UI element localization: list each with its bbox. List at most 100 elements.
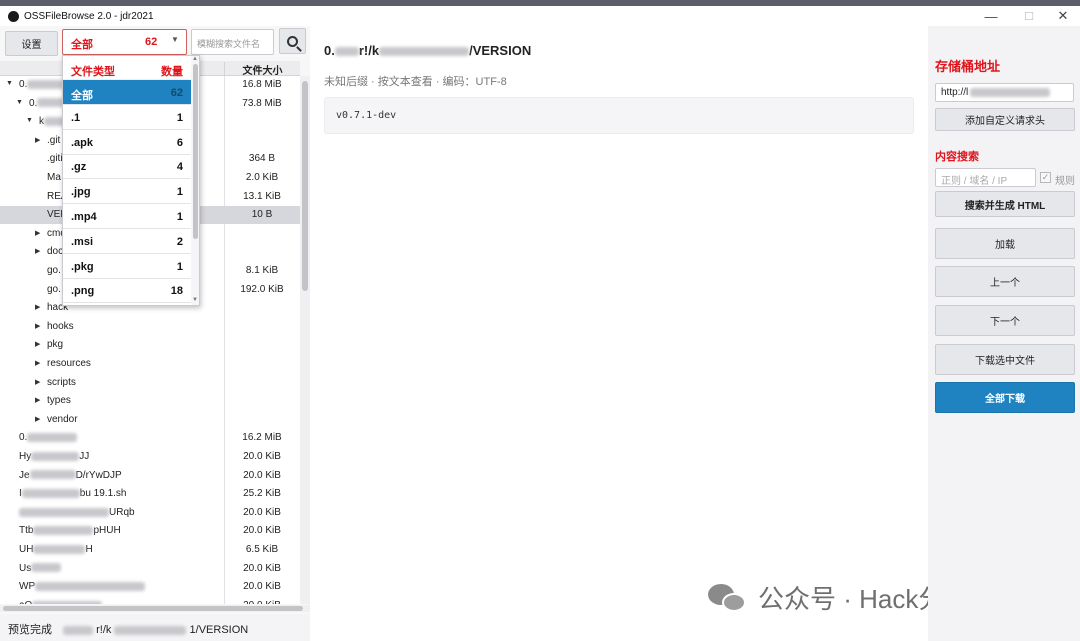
dropdown-scrollbar[interactable]: ▲ ▼ [191,56,199,305]
dropdown-option[interactable]: 全部 62 [63,80,191,105]
collapse-arrow-icon[interactable]: ▶ [35,322,40,330]
tree-row-size: 364 B [248,153,276,165]
download-all-button[interactable]: 全部下载 [935,382,1075,413]
collapse-arrow-icon[interactable]: ▶ [35,396,40,404]
tree-row-name: aO [19,600,103,604]
tree-row-name-suffix: D/rYwDJP [75,469,122,481]
tree-row-name: scripts [47,377,76,388]
collapse-arrow-icon[interactable]: ▶ [35,340,40,348]
size-column-header[interactable]: 文件大小 [224,62,300,77]
preview-panel: 0. r!/k/VERSION 未知后缀 · 按文本查看 · 编码：UTF-8 v… [310,26,996,641]
tree-row-size: 13.1 KiB [243,190,281,202]
tree-row[interactable]: URqb 20.0 KiB [0,504,300,522]
expand-arrow-icon[interactable]: ▼ [16,99,23,106]
dropdown-option[interactable]: .png 18 [63,278,191,304]
wechat-icon [708,582,748,614]
search-button[interactable] [279,28,306,54]
tree-row-name-prefix: WP [19,581,36,593]
collapse-arrow-icon[interactable]: ▶ [35,378,40,386]
settings-button[interactable]: 设置 [5,31,58,56]
collapse-arrow-icon[interactable]: ▶ [35,415,40,423]
tree-vertical-scrollbar[interactable] [300,76,310,604]
regex-checkbox[interactable]: ✓ [1040,172,1051,183]
collapse-arrow-icon[interactable]: ▶ [35,136,40,144]
previous-button[interactable]: 上一个 [935,266,1075,297]
tree-row-name: Hy JJ [19,451,89,462]
tree-row[interactable]: Us 20.0 KiB [0,560,300,578]
tree-row-name-prefix: scripts [47,376,76,388]
tree-row-size: 2.0 KiB [245,172,279,183]
bucket-url-input[interactable]: http://l [935,83,1074,102]
scrollbar-thumb[interactable] [193,64,198,239]
regex-checkbox-label: 规则 [1055,176,1075,187]
download-selected-button[interactable]: 下载选中文件 [935,344,1075,375]
tree-row-name-prefix: resources [47,358,91,369]
tree-row-name: Ma [47,172,61,183]
file-type-dropdown[interactable]: 文件类型 数量 ▲ ▼ 全部 62.1 1 .apk 6 .gz 4 .jpg 1 .mp4 1 .m… [62,55,200,306]
dropdown-option-count: 1 [176,260,183,273]
tree-row[interactable]: Hy JJ 20.0 KiB [0,448,300,466]
scrollbar-thumb[interactable] [3,606,303,611]
tree-row[interactable]: WP 20.0 KiB [0,578,300,596]
chevron-up-icon[interactable]: ▲ [192,56,198,62]
tree-row-size: 20.0 KiB [243,562,281,574]
dropdown-option[interactable]: .1 1 [63,105,191,130]
tree-row[interactable]: ▶ vendor [0,411,300,429]
tree-row[interactable]: ▶ types [0,392,300,410]
tree-row-name-suffix: pHUH [93,525,121,537]
tree-horizontal-scrollbar[interactable] [0,605,310,612]
tree-row[interactable]: ▶ hooks [0,318,300,336]
file-type-filter-select[interactable]: 全部 62 ▼ [62,29,187,55]
redacted-text [31,451,80,461]
expand-arrow-icon[interactable]: ▼ [6,80,13,87]
tree-row[interactable]: 0. 16.2 MiB [0,429,300,447]
collapse-arrow-icon[interactable]: ▶ [35,247,40,255]
tree-row[interactable]: ▶ resources [0,355,300,373]
dropdown-option[interactable]: .jpg 1 [63,179,191,205]
maximize-icon[interactable]: ☐ [1011,6,1047,26]
next-button[interactable]: 下一个 [935,305,1075,336]
tree-row[interactable]: Ibu 19.1.sh 25.2 KiB [0,485,300,503]
collapse-arrow-icon[interactable]: ▶ [35,303,40,311]
scrollbar-thumb[interactable] [302,81,308,291]
collapse-arrow-icon[interactable]: ▶ [35,229,40,237]
redacted-text [31,563,62,573]
redacted-text [32,600,103,604]
tree-row[interactable]: ▶ pkg [0,336,300,354]
close-icon[interactable]: ✕ [1045,6,1080,26]
tree-row[interactable]: UH H 6.5 KiB [0,541,300,559]
minimize-icon[interactable]: — [973,6,1009,26]
tree-row-name: UH H [19,544,93,555]
redacted-text [334,47,359,57]
dropdown-option-type: .1 [71,111,81,124]
add-request-header-button[interactable]: 添加自定义请求头 [935,108,1075,131]
search-generate-html-button[interactable]: 搜索并生成 HTML [935,191,1075,217]
filename-search-input[interactable]: 模糊搜索文件名 [191,29,274,55]
window-title: OSSFileBrowse 2.0 - jdr2021 [24,10,154,22]
tree-row-name-prefix: UH [19,544,34,555]
dropdown-option[interactable]: .apk 6 [63,130,191,155]
dropdown-option[interactable]: .gz 4 [63,154,191,180]
chevron-down-icon[interactable]: ▼ [192,297,198,303]
tree-row[interactable]: Je D/rYwDJP 20.0 KiB [0,467,300,485]
collapse-arrow-icon[interactable]: ▶ [35,359,40,367]
dropdown-option-type: .gz [71,161,87,174]
dropdown-option[interactable]: .msi 2 [63,229,191,254]
dropdown-option-type: 全部 [71,90,93,102]
load-button[interactable]: 加载 [935,228,1075,259]
status-path-mid: r!/k [96,624,112,636]
content-search-input[interactable]: 正则 / 域名 / IP [935,168,1036,187]
search-icon [287,35,298,47]
dropdown-option[interactable]: .pkg 1 [63,254,191,279]
tree-row[interactable]: aO 20.0 KiB [0,597,300,604]
dropdown-option[interactable]: .mp4 1 [63,204,191,229]
tree-row-name-prefix: Je [19,469,30,481]
dropdown-option-count: 1 [176,211,183,223]
tree-row[interactable]: Ttb pHUH 20.0 KiB [0,522,300,540]
tree-row-name: vendor [47,414,78,425]
expand-arrow-icon[interactable]: ▼ [26,117,33,124]
preview-content[interactable]: v0.7.1-dev [324,97,914,134]
tree-row-size: 20.0 KiB [243,525,281,537]
tree-row-name: Ttb pHUH [19,525,121,536]
tree-row[interactable]: ▶ scripts [0,374,300,392]
